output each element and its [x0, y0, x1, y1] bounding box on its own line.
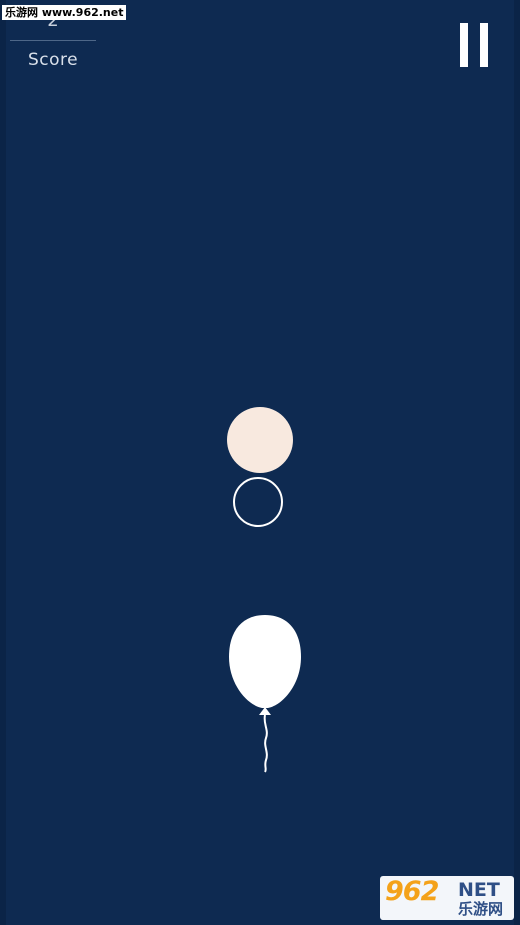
score-label: Score — [27, 50, 79, 70]
balloon-string — [263, 714, 268, 773]
filled-orb — [227, 407, 293, 473]
balloon-icon — [229, 615, 301, 773]
pause-button[interactable] — [458, 23, 490, 67]
balloon-knot — [259, 707, 271, 715]
watermark-number: 962 — [385, 876, 439, 907]
ring-orb — [233, 477, 283, 527]
watermark-top: 乐游网 www.962.net — [2, 5, 127, 20]
watermark-net: NET — [458, 879, 500, 901]
score-divider — [10, 40, 96, 41]
balloon-body — [229, 615, 301, 708]
right-edge — [514, 0, 520, 925]
pause-bar-left — [460, 23, 468, 67]
pause-bar-right — [480, 23, 488, 67]
watermark-bottom: 962 NET 乐游网 — [380, 876, 514, 920]
balloon[interactable] — [225, 612, 305, 774]
watermark-cn: 乐游网 — [458, 900, 504, 918]
left-edge — [0, 0, 6, 925]
game-canvas[interactable]: 乐游网 www.962.net 2 Score 962 NET 乐游网 — [0, 0, 520, 925]
